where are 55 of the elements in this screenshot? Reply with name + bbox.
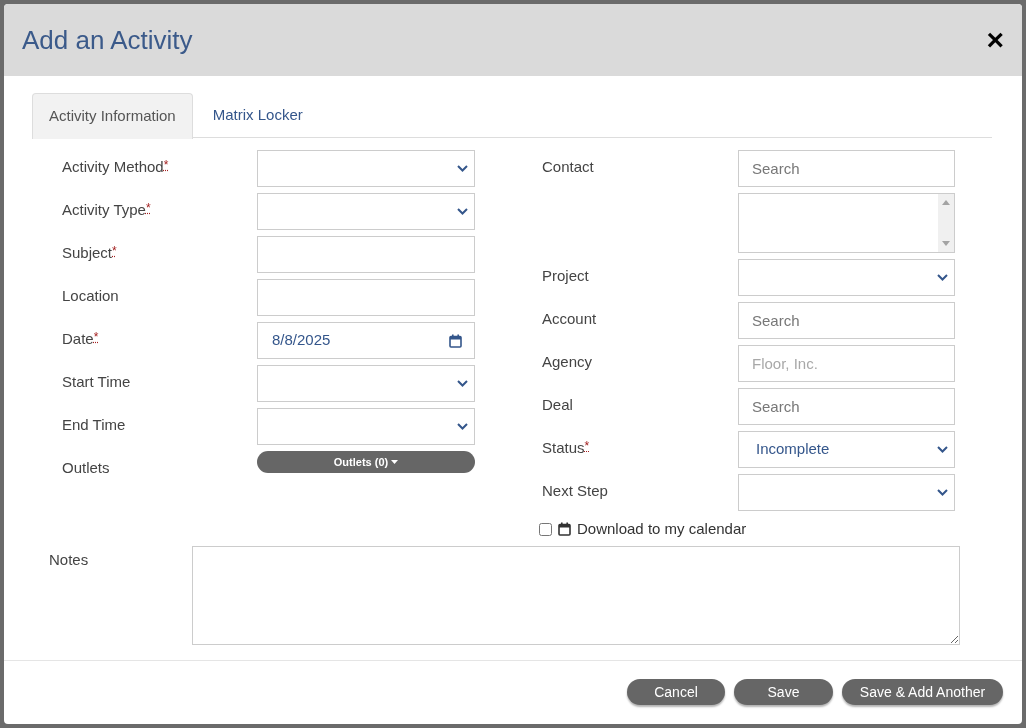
dialog-button[interactable]: Save & Add Another — [842, 679, 1003, 705]
outlets-button[interactable]: Outlets (0) — [257, 451, 475, 473]
calendar-icon — [449, 333, 462, 348]
field-label: End Time — [62, 415, 127, 435]
list-box[interactable] — [738, 193, 955, 253]
field-label: Outlets — [62, 458, 111, 478]
text-field[interactable] — [257, 279, 475, 316]
checkbox[interactable] — [539, 522, 552, 536]
field-label: Notes — [49, 550, 90, 570]
dropdown-field[interactable] — [738, 474, 955, 511]
dialog-title: Add an Activity — [22, 23, 193, 57]
scroll-down-icon[interactable] — [942, 241, 950, 246]
field-label: Agency — [542, 352, 594, 372]
text-field[interactable] — [257, 236, 475, 273]
dropdown-field[interactable] — [257, 150, 475, 187]
search-field[interactable]: Floor, Inc. — [738, 345, 955, 382]
field-label: Activity Method* — [62, 157, 170, 177]
chevron-down-icon — [937, 274, 948, 281]
tab[interactable]: Activity Information — [32, 93, 193, 139]
field-label: Date* — [62, 329, 100, 349]
chevron-down-icon — [457, 380, 468, 387]
field-label: Subject* — [62, 243, 118, 263]
search-field[interactable]: Search — [738, 388, 955, 425]
field-label: Start Time — [62, 372, 132, 392]
field-label: Project — [542, 266, 590, 286]
dialog-button[interactable]: Cancel — [627, 679, 725, 705]
scroll-up-icon[interactable] — [942, 200, 950, 205]
dropdown-field[interactable] — [738, 259, 955, 296]
checkbox-label: Download to my calendar — [577, 518, 747, 539]
search-field[interactable]: Search — [738, 150, 955, 187]
chevron-down-icon — [457, 165, 468, 172]
field-label: Next Step — [542, 481, 609, 501]
field-label: Status* — [542, 438, 591, 458]
field-label: Activity Type* — [62, 200, 152, 220]
close-button[interactable]: × — [986, 25, 1004, 55]
field-label: Contact — [542, 157, 595, 177]
search-field[interactable]: Search — [738, 302, 955, 339]
chevron-down-icon — [937, 446, 948, 453]
chevron-down-icon — [937, 489, 948, 496]
calendar-icon — [558, 522, 571, 536]
tab[interactable]: Matrix Locker — [192, 93, 323, 138]
caret-down-icon — [391, 460, 399, 464]
dropdown-field[interactable] — [257, 408, 475, 445]
notes-field[interactable] — [192, 546, 960, 645]
field-label: Deal — [542, 395, 574, 415]
dialog-button[interactable]: Save — [734, 679, 833, 705]
dropdown-field[interactable] — [257, 365, 475, 402]
field-label: Location — [62, 286, 120, 306]
chevron-down-icon — [457, 423, 468, 430]
dropdown-field[interactable] — [257, 193, 475, 230]
dropdown-field[interactable]: Incomplete — [738, 431, 955, 468]
chevron-down-icon — [457, 208, 468, 215]
scrollbar[interactable] — [938, 194, 954, 252]
field-label: Account — [542, 309, 598, 329]
date-field[interactable]: 8/8/2025 — [257, 322, 475, 359]
